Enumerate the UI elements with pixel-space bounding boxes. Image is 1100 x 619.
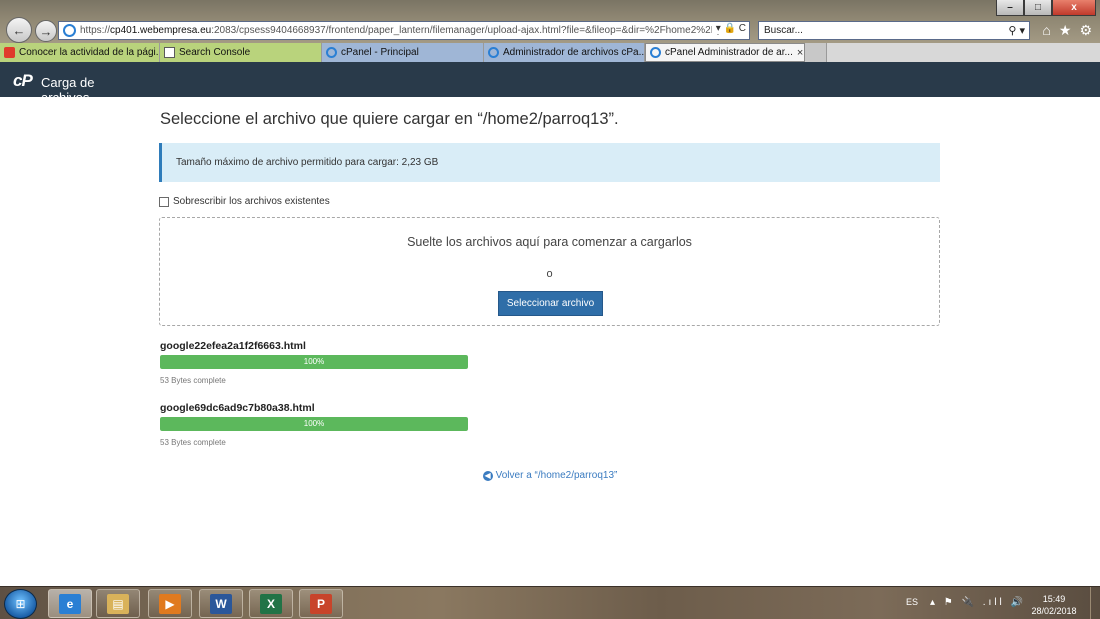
upload-status: 53 Bytes complete bbox=[160, 376, 226, 385]
maximize-button[interactable]: □ bbox=[1024, 0, 1052, 16]
app-title: Carga de archivos bbox=[41, 75, 95, 97]
clock-date: 28/02/2018 bbox=[1031, 606, 1077, 616]
upload-item: google69dc6ad9c7b80a38.html 100% 53 Byte… bbox=[160, 402, 470, 447]
taskbar-app-explorer[interactable]: ▤ bbox=[96, 589, 140, 618]
taskbar-app-ie[interactable]: e bbox=[48, 589, 92, 618]
browser-toolbar: – □ x ← → https:// cp401.webempresa.eu :… bbox=[0, 0, 1100, 43]
ie-page-icon bbox=[63, 24, 76, 37]
address-bar[interactable]: https:// cp401.webempresa.eu :2083/cpses… bbox=[58, 21, 750, 40]
select-file-button[interactable]: Seleccionar archivo bbox=[498, 291, 603, 316]
upload-item: google22efea2a1f2f6663.html 100% 53 Byte… bbox=[160, 340, 470, 385]
progress-percent: 100% bbox=[303, 357, 325, 366]
upload-progress-bar: 100% bbox=[160, 417, 468, 431]
minimize-button[interactable]: – bbox=[996, 0, 1024, 16]
overwrite-option: Sobrescribir los archivos existentes bbox=[159, 196, 330, 207]
taskbar-app-powerpoint[interactable]: P bbox=[299, 589, 343, 618]
overwrite-checkbox[interactable] bbox=[159, 196, 169, 207]
max-file-size-alert: Tamaño máximo de archivo permitido para … bbox=[159, 143, 940, 182]
favorites-star-icon[interactable]: ★ bbox=[1059, 22, 1072, 39]
back-link-label: Volver a “/home2/parroq13” bbox=[495, 470, 618, 481]
tab-search-console[interactable]: Search Console bbox=[160, 43, 322, 62]
windows-logo-icon: ⊞ bbox=[15, 597, 26, 611]
browser-tool-icons: ⌂ ★ ⚙ bbox=[1042, 22, 1092, 39]
tab-label: cPanel Administrador de ar... bbox=[665, 47, 793, 58]
site-favicon-icon bbox=[4, 47, 15, 58]
explorer-icon: ▤ bbox=[107, 593, 129, 614]
url-host: cp401.webempresa.eu bbox=[110, 25, 212, 36]
upload-progress-bar: 100% bbox=[160, 355, 468, 369]
excel-icon: X bbox=[260, 593, 282, 614]
word-icon: W bbox=[210, 593, 232, 614]
system-tray: ES ▴ ⚑ 🔌 .ıll 🔊 15:49 28/02/2018 bbox=[900, 587, 1100, 619]
url-path: :2083/cpsess9404668937/frontend/paper_la… bbox=[211, 25, 734, 36]
arrow-left-icon: ← bbox=[12, 22, 26, 38]
ie-page-icon bbox=[650, 47, 661, 58]
close-tab-icon[interactable]: × bbox=[797, 47, 803, 59]
progress-percent: 100% bbox=[303, 419, 325, 428]
back-button[interactable]: ← bbox=[6, 17, 32, 43]
cpanel-header: cP Carga de archivos bbox=[0, 62, 1100, 97]
settings-gear-icon[interactable]: ⚙ bbox=[1079, 22, 1092, 39]
new-tab-button[interactable] bbox=[805, 43, 827, 62]
drop-instructions: Suelte los archivos aquí para comenzar a… bbox=[407, 235, 692, 249]
clock-time: 15:49 bbox=[1042, 594, 1066, 604]
powerpoint-icon: P bbox=[310, 593, 332, 614]
alert-text: Tamaño máximo de archivo permitido para … bbox=[176, 157, 439, 168]
close-window-button[interactable]: x bbox=[1052, 0, 1096, 16]
upload-filename: google22efea2a1f2f6663.html bbox=[160, 340, 306, 352]
cpanel-logo[interactable]: cP bbox=[13, 71, 33, 91]
forward-button[interactable]: → bbox=[35, 20, 57, 42]
language-indicator[interactable]: ES bbox=[906, 597, 918, 607]
file-drop-zone[interactable]: Suelte los archivos aquí para comenzar a… bbox=[159, 217, 940, 326]
search-console-icon bbox=[164, 47, 175, 58]
clock[interactable]: 15:49 28/02/2018 bbox=[1022, 593, 1086, 617]
media-player-icon: ▶ bbox=[159, 593, 181, 614]
ie-page-icon bbox=[488, 47, 499, 58]
upload-status: 53 Bytes complete bbox=[160, 438, 226, 447]
url-scheme: https:// bbox=[80, 25, 111, 36]
tray-icons[interactable]: ▴ ⚑ 🔌 .ıll 🔊 bbox=[930, 597, 1026, 608]
search-icon[interactable]: ⚲ ▾ bbox=[1008, 24, 1025, 37]
tab-label: Administrador de archivos cPa... bbox=[503, 47, 645, 58]
address-tools-icons[interactable]: ▾ 🔒 C bbox=[711, 23, 746, 34]
circle-arrow-left-icon: ◀ bbox=[482, 470, 493, 481]
tab-cpanel-principal[interactable]: cPanel - Principal bbox=[322, 43, 484, 62]
search-placeholder: Buscar... bbox=[764, 25, 803, 36]
tab-administrador-archivos[interactable]: Administrador de archivos cPa... bbox=[484, 43, 645, 62]
taskbar-app-excel[interactable]: X bbox=[249, 589, 293, 618]
show-desktop-button[interactable] bbox=[1090, 587, 1100, 619]
upload-filename: google69dc6ad9c7b80a38.html bbox=[160, 402, 315, 414]
windows-taskbar: ⊞ e ▤ ▶ W X P ES ▴ ⚑ 🔌 .ıll 🔊 15:49 28/0… bbox=[0, 586, 1100, 619]
tab-label: Conocer la actividad de la pági... bbox=[19, 47, 160, 58]
or-separator: o bbox=[546, 268, 553, 280]
tab-label: Search Console bbox=[179, 47, 251, 58]
start-button[interactable]: ⊞ bbox=[4, 589, 37, 619]
home-icon[interactable]: ⌂ bbox=[1042, 22, 1050, 39]
search-input[interactable]: Buscar... ⚲ ▾ bbox=[758, 21, 1030, 40]
taskbar-app-word[interactable]: W bbox=[199, 589, 243, 618]
tab-conocer-actividad[interactable]: Conocer la actividad de la pági... bbox=[0, 43, 160, 62]
window-controls: – □ x bbox=[996, 0, 1096, 16]
ie-icon: e bbox=[59, 593, 81, 614]
back-to-folder-link[interactable]: ◀ Volver a “/home2/parroq13” bbox=[0, 470, 1100, 481]
page-title: Seleccione el archivo que quiere cargar … bbox=[160, 110, 619, 128]
arrow-right-icon: → bbox=[39, 23, 53, 39]
tab-cpanel-administrador-active[interactable]: cPanel Administrador de ar... × bbox=[645, 43, 805, 62]
taskbar-app-media-player[interactable]: ▶ bbox=[148, 589, 192, 618]
overwrite-label[interactable]: Sobrescribir los archivos existentes bbox=[173, 196, 330, 207]
tab-strip: Conocer la actividad de la pági... Searc… bbox=[0, 43, 1100, 62]
ie-page-icon bbox=[326, 47, 337, 58]
tab-label: cPanel - Principal bbox=[341, 47, 419, 58]
